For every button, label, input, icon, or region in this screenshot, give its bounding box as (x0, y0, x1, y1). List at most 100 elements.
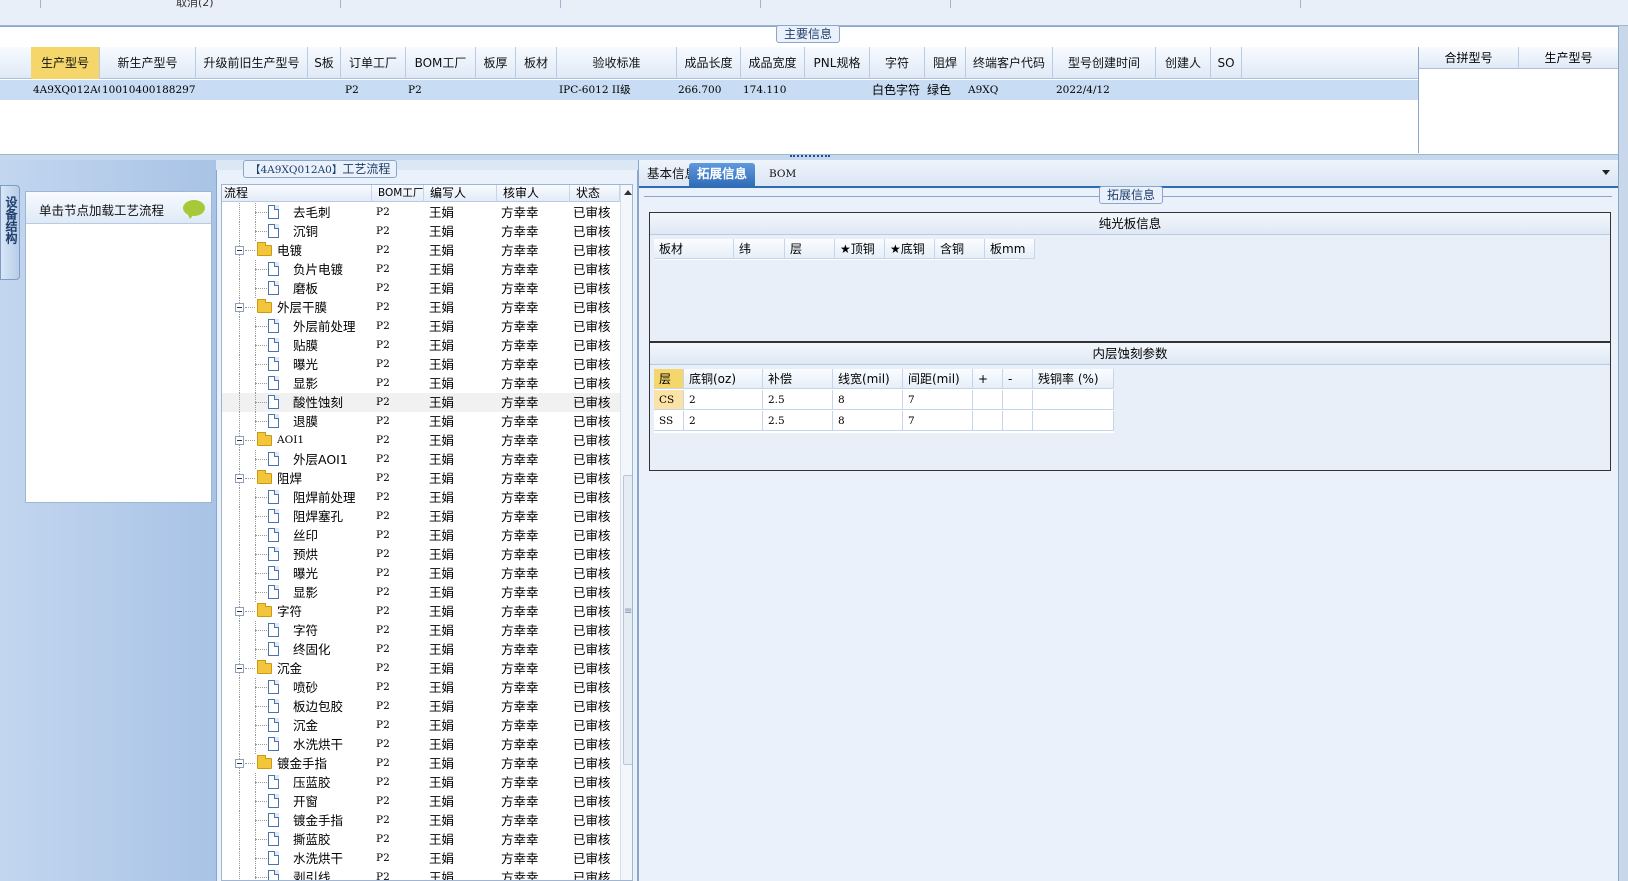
splitter-grip-icon[interactable] (790, 155, 830, 159)
col-so[interactable]: SO (1211, 47, 1242, 79)
col-ie-plus[interactable]: + (973, 369, 1003, 389)
col-order-factory[interactable]: 订单工厂 (341, 47, 406, 79)
col-ie-line-width[interactable]: 线宽(mil) (833, 369, 903, 389)
tree-leaf-row[interactable]: 剥引线 P2 王娟 方幸幸 已审核 (222, 868, 620, 880)
cell-ie-compensation[interactable]: 2.5 (763, 390, 833, 410)
tree-vertical-scrollbar[interactable] (620, 185, 632, 880)
cell-ie-compensation[interactable]: 2.5 (763, 411, 833, 431)
cell-bom-factory[interactable]: P2 (406, 80, 476, 100)
collapse-node-icon[interactable] (235, 664, 244, 673)
cell-so[interactable] (1211, 80, 1242, 100)
tree-folder-row[interactable]: 电镀 P2 王娟 方幸幸 已审核 (222, 241, 620, 260)
tree-leaf-row[interactable]: 阻焊塞孔 P2 王娟 方幸幸 已审核 (222, 507, 620, 526)
col-old-production-model[interactable]: 升级前旧生产型号 (196, 47, 308, 79)
col-creator[interactable]: 创建人 (1156, 47, 1211, 79)
tree-leaf-row[interactable]: 预烘 P2 王娟 方幸幸 已审核 (222, 545, 620, 564)
col-finished-length[interactable]: 成品长度 (677, 47, 741, 79)
tree-leaf-row[interactable]: 压蓝胶 P2 王娟 方幸幸 已审核 (222, 773, 620, 792)
tree-leaf-row[interactable]: 显影 P2 王娟 方幸幸 已审核 (222, 583, 620, 602)
col-production-model[interactable]: 生产型号 (31, 47, 100, 79)
col-s-board[interactable]: S板 (308, 47, 341, 79)
tree-leaf-row[interactable]: 板边包胶 P2 王娟 方幸幸 已审核 (222, 697, 620, 716)
col-ie-layer[interactable]: 层 (654, 369, 684, 389)
cell-model-created-time[interactable]: 2022/4/12 (1053, 80, 1156, 100)
col-merge-model[interactable]: 合拼型号 (1419, 47, 1519, 69)
tree-folder-row[interactable]: 外层干膜 P2 王娟 方幸幸 已审核 (222, 298, 620, 317)
cell-pnl-spec[interactable] (805, 80, 870, 100)
col-ie-residual-copper[interactable]: 残铜率 (%) (1033, 369, 1114, 389)
vertical-tab-device-structure[interactable]: 设备结构 (0, 185, 20, 280)
cell-ie-spacing[interactable]: 7 (903, 390, 973, 410)
collapse-node-icon[interactable] (235, 303, 244, 312)
cell-ie-layer[interactable]: SS (654, 411, 684, 431)
tree-folder-row[interactable]: AOI1 P2 王娟 方幸幸 已审核 (222, 431, 620, 450)
col-finished-width[interactable]: 成品宽度 (741, 47, 805, 79)
col-merge-production-model[interactable]: 生产型号 (1519, 47, 1619, 69)
cell-ie-minus[interactable] (1003, 411, 1033, 431)
tree-leaf-row[interactable]: 丝印 P2 王娟 方幸幸 已审核 (222, 526, 620, 545)
cell-ie-spacing[interactable]: 7 (903, 411, 973, 431)
tree-leaf-row[interactable]: 喷砂 P2 王娟 方幸幸 已审核 (222, 678, 620, 697)
col-pb-with-copper[interactable]: 含铜 (935, 239, 985, 259)
tab-dropdown-arrow-icon[interactable] (1602, 170, 1610, 175)
tree-leaf-row[interactable]: 曝光 P2 王娟 方幸幸 已审核 (222, 564, 620, 583)
collapse-node-icon[interactable] (235, 474, 244, 483)
col-ie-base-copper[interactable]: 底铜(oz) (684, 369, 763, 389)
col-reviewer[interactable]: 核审人 (497, 185, 570, 202)
tab-extended-info[interactable]: 拓展信息 (689, 163, 756, 187)
cell-finished-width[interactable]: 174.110 (741, 80, 805, 100)
cell-ie-residual-copper[interactable] (1033, 411, 1114, 431)
col-writer[interactable]: 编写人 (424, 185, 497, 202)
tree-leaf-row[interactable]: 酸性蚀刻 P2 王娟 方幸幸 已审核 (222, 393, 620, 412)
col-ie-minus[interactable]: - (1003, 369, 1033, 389)
tree-leaf-row[interactable]: 开窗 P2 王娟 方幸幸 已审核 (222, 792, 620, 811)
cell-ie-residual-copper[interactable] (1033, 390, 1114, 410)
tree-leaf-row[interactable]: 镀金手指 P2 王娟 方幸幸 已审核 (222, 811, 620, 830)
scroll-thumb[interactable] (623, 475, 632, 765)
col-pb-weft[interactable]: 纬 (734, 239, 785, 259)
scroll-up-arrow-icon[interactable] (624, 190, 632, 195)
col-board-material[interactable]: 板材 (516, 47, 557, 79)
cell-ie-base-copper[interactable]: 2 (684, 411, 763, 431)
cell-old-production-model[interactable] (196, 80, 308, 100)
col-solder-mask[interactable]: 阻焊 (925, 47, 966, 79)
cell-end-customer-code[interactable]: A9XQ (966, 80, 1053, 100)
col-end-customer-code[interactable]: 终端客户代码 (966, 47, 1053, 79)
col-ie-spacing[interactable]: 间距(mil) (903, 369, 973, 389)
col-pb-top-copper[interactable]: ★顶铜 (835, 239, 885, 259)
cell-solder-mask[interactable]: 绿色 (925, 80, 966, 100)
cell-s-board[interactable] (308, 80, 341, 100)
tree-leaf-row[interactable]: 外层AOI1 P2 王娟 方幸幸 已审核 (222, 450, 620, 469)
tree-leaf-row[interactable]: 去毛刺 P2 王娟 方幸幸 已审核 (222, 203, 620, 222)
cell-ie-layer[interactable]: CS (654, 390, 684, 410)
cell-production-model[interactable]: 4A9XQ012A0 (31, 80, 100, 100)
cell-board-thickness[interactable] (476, 80, 516, 100)
tree-folder-row[interactable]: 镀金手指 P2 王娟 方幸幸 已审核 (222, 754, 620, 773)
col-tree-bom-factory[interactable]: BOM工厂 (372, 185, 424, 202)
tree-leaf-row[interactable]: 外层前处理 P2 王娟 方幸幸 已审核 (222, 317, 620, 336)
collapse-node-icon[interactable] (235, 607, 244, 616)
tree-leaf-row[interactable]: 退膜 P2 王娟 方幸幸 已审核 (222, 412, 620, 431)
col-bom-factory[interactable]: BOM工厂 (406, 47, 476, 79)
tree-folder-row[interactable]: 字符 P2 王娟 方幸幸 已审核 (222, 602, 620, 621)
col-pnl-spec[interactable]: PNL规格 (805, 47, 870, 79)
tree-folder-row[interactable]: 沉金 P2 王娟 方幸幸 已审核 (222, 659, 620, 678)
cell-ie-base-copper[interactable]: 2 (684, 390, 763, 410)
cell-order-factory[interactable]: P2 (341, 80, 406, 100)
col-board-thickness[interactable]: 板厚 (476, 47, 516, 79)
collapse-node-icon[interactable] (235, 246, 244, 255)
col-ie-compensation[interactable]: 补偿 (763, 369, 833, 389)
col-model-created-time[interactable]: 型号创建时间 (1053, 47, 1156, 79)
cell-ie-plus[interactable] (973, 411, 1003, 431)
tree-leaf-row[interactable]: 贴膜 P2 王娟 方幸幸 已审核 (222, 336, 620, 355)
tree-folder-row[interactable]: 阻焊 P2 王娟 方幸幸 已审核 (222, 469, 620, 488)
col-new-production-model[interactable]: 新生产型号 (100, 47, 196, 79)
cell-legend[interactable]: 白色字符 (870, 80, 925, 100)
cell-creator[interactable] (1156, 80, 1211, 100)
collapse-node-icon[interactable] (235, 436, 244, 445)
tree-leaf-row[interactable]: 曝光 P2 王娟 方幸幸 已审核 (222, 355, 620, 374)
col-pb-layer[interactable]: 层 (785, 239, 835, 259)
col-status[interactable]: 状态 (570, 185, 620, 202)
cell-acceptance-standard[interactable]: IPC-6012 II级 (557, 80, 677, 100)
collapse-node-icon[interactable] (235, 759, 244, 768)
